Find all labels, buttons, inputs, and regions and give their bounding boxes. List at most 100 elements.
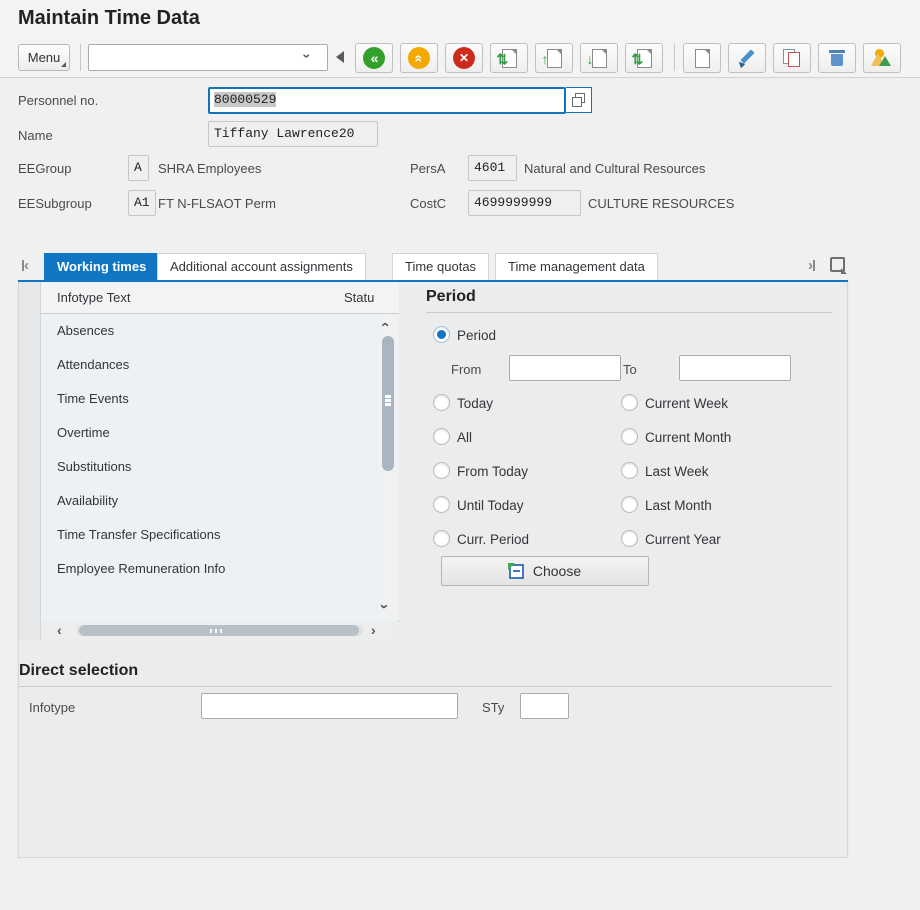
- copy-button[interactable]: [773, 43, 811, 73]
- tab-time-management-data[interactable]: Time management data: [495, 253, 658, 280]
- tab-time-quotas[interactable]: Time quotas: [392, 253, 490, 280]
- infotype-rows: Absences Attendances Time Events Overtim…: [41, 314, 378, 620]
- eesubgroup-value: A1: [134, 195, 150, 210]
- tab-scroll-right-icon[interactable]: ›: [808, 258, 815, 274]
- eesubgroup-label: EESubgroup: [18, 196, 92, 211]
- sty-input[interactable]: [520, 693, 569, 719]
- to-date-input[interactable]: [679, 355, 791, 381]
- infotype-row-time-events[interactable]: Time Events: [41, 382, 378, 416]
- row-selector-column[interactable]: [19, 282, 41, 640]
- scroll-left-icon[interactable]: ‹: [57, 622, 62, 638]
- title-bar: Maintain Time Data: [0, 0, 920, 38]
- column-infotype-text[interactable]: Infotype Text: [57, 290, 130, 305]
- infotype-row-attendances[interactable]: Attendances: [41, 348, 378, 382]
- personnel-no-value: 80000529: [214, 92, 277, 107]
- radio-last-month[interactable]: [621, 496, 638, 513]
- radio-current-year[interactable]: [621, 530, 638, 547]
- radio-from-today[interactable]: [433, 462, 450, 479]
- persa-text: Natural and Cultural Resources: [524, 161, 706, 176]
- radio-period[interactable]: [433, 326, 450, 343]
- page-first-icon: ⇅: [497, 48, 517, 68]
- to-label: To: [623, 362, 637, 377]
- radio-curr-period-label: Curr. Period: [457, 532, 530, 547]
- radio-today-label: Today: [457, 396, 494, 411]
- page-down-button[interactable]: ↓: [580, 43, 618, 73]
- infotype-row-absences[interactable]: Absences: [41, 314, 378, 348]
- horizontal-scrollbar[interactable]: ‹ ›: [41, 622, 399, 640]
- sap-window: Maintain Time Data Menu › « « ✕ ⇅ ↑ ↓ ⇅: [0, 0, 920, 910]
- scroll-up-icon[interactable]: ›: [376, 316, 393, 333]
- horizontal-scrollbar-track[interactable]: [77, 625, 363, 636]
- radio-current-week-label: Current Week: [645, 396, 729, 411]
- infotype-row-availability[interactable]: Availability: [41, 484, 378, 518]
- trash-icon: [828, 48, 846, 68]
- radio-curr-period[interactable]: [433, 530, 450, 547]
- tab-working-times[interactable]: Working times: [44, 253, 160, 280]
- delete-button[interactable]: [818, 43, 856, 73]
- persa-field: 4601: [468, 155, 517, 181]
- personnel-no-input[interactable]: 80000529: [208, 87, 566, 114]
- menu-dropdown-triangle-icon: [61, 62, 66, 67]
- footer-area: [0, 858, 920, 910]
- radio-all-label: All: [457, 430, 473, 445]
- menu-button-label: Menu: [27, 50, 61, 65]
- scroll-right-icon[interactable]: ›: [371, 622, 376, 638]
- exit-button[interactable]: «: [400, 43, 438, 73]
- eegroup-label: EEGroup: [18, 161, 72, 176]
- radio-today[interactable]: [433, 394, 450, 411]
- direct-selection-heading: Direct selection: [19, 662, 139, 679]
- radio-last-week-label: Last Week: [645, 464, 709, 479]
- tab-scroll-left-icon[interactable]: ‹: [22, 258, 29, 274]
- choose-calendar-icon: [507, 562, 524, 579]
- page-first-button[interactable]: ⇅: [490, 43, 528, 73]
- vertical-scrollbar-thumb[interactable]: [382, 336, 394, 471]
- infotype-input[interactable]: [201, 693, 458, 719]
- radio-current-month-label: Current Month: [645, 430, 732, 445]
- toolbar-divider: [80, 44, 81, 71]
- dropdown-chevron-icon[interactable]: ›: [299, 48, 321, 64]
- radio-current-week[interactable]: [621, 394, 638, 411]
- horizontal-scrollbar-thumb[interactable]: [79, 625, 359, 636]
- tab-additional-account-assignments[interactable]: Additional account assignments: [157, 253, 366, 280]
- exit-icon: «: [408, 47, 430, 69]
- menu-button[interactable]: Menu: [18, 44, 70, 71]
- name-label: Name: [18, 128, 53, 143]
- choose-button[interactable]: Choose: [441, 556, 649, 586]
- scroll-down-icon[interactable]: ›: [376, 598, 393, 615]
- create-button[interactable]: [683, 43, 721, 73]
- column-status[interactable]: Statu: [344, 290, 374, 305]
- radio-last-week[interactable]: [621, 462, 638, 479]
- radio-all[interactable]: [433, 428, 450, 445]
- infotype-row-overtime[interactable]: Overtime: [41, 416, 378, 450]
- infotype-row-employee-remuneration-info[interactable]: Employee Remuneration Info: [41, 552, 378, 586]
- vertical-scrollbar[interactable]: › ›: [376, 314, 399, 620]
- personnel-no-label: Personnel no.: [18, 93, 99, 108]
- cancel-icon: ✕: [453, 47, 475, 69]
- cancel-button[interactable]: ✕: [445, 43, 483, 73]
- choose-button-label: Choose: [532, 563, 582, 579]
- collapse-toolbar-icon[interactable]: [336, 51, 344, 63]
- sty-label: STy: [482, 700, 505, 715]
- infotype-row-time-transfer-specifications[interactable]: Time Transfer Specifications: [41, 518, 378, 552]
- back-button[interactable]: «: [355, 43, 393, 73]
- overview-button[interactable]: [863, 43, 901, 73]
- from-date-input[interactable]: [509, 355, 621, 381]
- radio-until-today[interactable]: [433, 496, 450, 513]
- infotype-row-substitutions[interactable]: Substitutions: [41, 450, 378, 484]
- infotype-table-header: Infotype Text Statu: [41, 282, 399, 314]
- change-button[interactable]: [728, 43, 766, 73]
- mountains-sun-icon: [871, 49, 893, 67]
- name-field: Tiffany Lawrence20: [208, 121, 378, 147]
- page-last-button[interactable]: ⇅: [625, 43, 663, 73]
- radio-current-month[interactable]: [621, 428, 638, 445]
- eesubgroup-field: A1: [128, 190, 156, 216]
- page-title: Maintain Time Data: [18, 7, 200, 29]
- eesubgroup-text: FT N-FLSAOT Perm: [158, 196, 276, 211]
- persa-label: PersA: [410, 161, 446, 176]
- tab-overview-icon[interactable]: [830, 257, 845, 272]
- command-field[interactable]: [88, 44, 328, 71]
- matchcode-button[interactable]: [566, 87, 592, 113]
- page-up-button[interactable]: ↑: [535, 43, 573, 73]
- create-icon: [694, 48, 710, 68]
- page-down-icon: ↓: [587, 48, 607, 68]
